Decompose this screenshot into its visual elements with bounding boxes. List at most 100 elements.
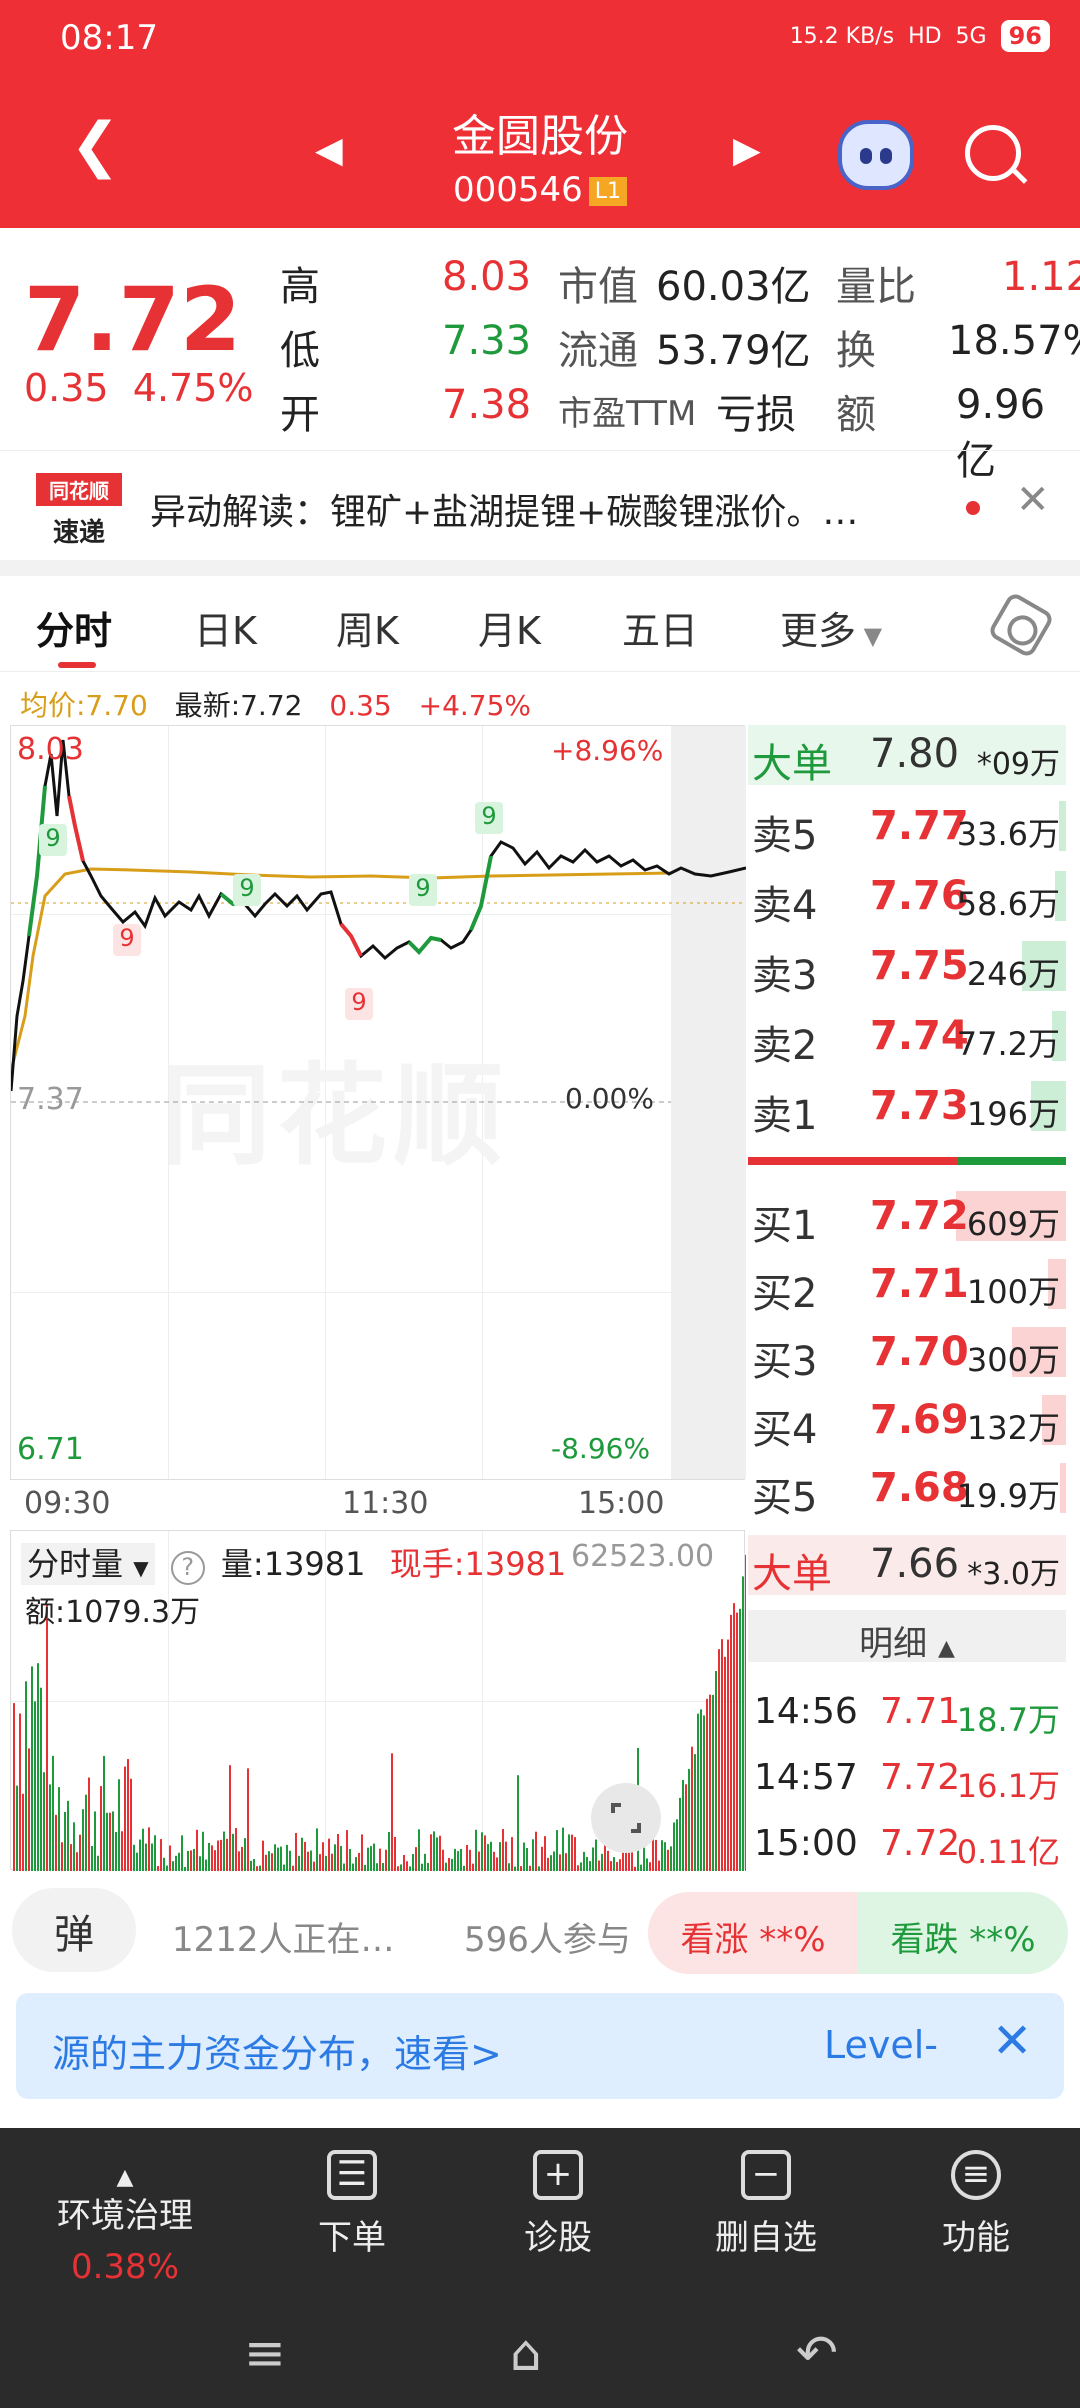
ask-label: 卖5 bbox=[752, 813, 818, 859]
current-hand: 现手:13981 bbox=[389, 1545, 567, 1583]
mktcap-label: 市值 bbox=[558, 264, 638, 310]
big-order-bottom[interactable]: 大单 7.66 *3.0万 bbox=[748, 1535, 1066, 1597]
ask-row[interactable]: 卖3 7.75 246万 bbox=[748, 935, 1066, 999]
pe-label: 市盈TTM bbox=[558, 394, 697, 434]
low-value: 7.33 bbox=[442, 318, 532, 364]
vote-up-button[interactable]: 看涨 **% bbox=[648, 1892, 858, 1974]
nav-diagnose[interactable]: + 诊股 bbox=[478, 2150, 638, 2259]
help-icon[interactable]: ? bbox=[170, 1551, 205, 1585]
fall-segment bbox=[67, 795, 85, 862]
news-text[interactable]: 异动解读：锂矿+盐湖提锂+碳酸锂涨价。… bbox=[150, 483, 970, 535]
net-speed: 15.2 KB/s bbox=[789, 23, 895, 49]
detail-toggle[interactable]: 明细 ▲ bbox=[748, 1610, 1066, 1664]
bid-label: 买2 bbox=[752, 1271, 818, 1317]
settings-icon[interactable] bbox=[986, 590, 1056, 660]
ask-row[interactable]: 卖2 7.74 77.2万 bbox=[748, 1005, 1066, 1069]
tab-timeshare[interactable]: 分时 bbox=[36, 600, 112, 655]
status-bar: 08:17 15.2 KB/s HD 5G 96 bbox=[0, 0, 1080, 80]
bid-row[interactable]: 买1 7.72 609万 bbox=[748, 1185, 1066, 1249]
sector-indicator[interactable]: ▲ 环境治理 0.38% bbox=[40, 2167, 210, 2288]
promo-level: Level- bbox=[824, 2023, 939, 2067]
nav-functions[interactable]: ≡ 功能 bbox=[896, 2150, 1056, 2259]
nav-remove-watchlist[interactable]: − 删自选 bbox=[686, 2150, 846, 2259]
bid-label: 买4 bbox=[752, 1407, 818, 1453]
vote-down-button[interactable]: 看跌 **% bbox=[858, 1892, 1068, 1974]
signal-marker[interactable]: 9 bbox=[409, 874, 437, 906]
big-order-top[interactable]: 大单 7.80 *09万 bbox=[748, 725, 1066, 787]
bid-price: 7.72 bbox=[870, 1193, 969, 1239]
news-bar[interactable]: 同花顺 速递 异动解读：锂矿+盐湖提锂+碳酸锂涨价。… ✕ bbox=[0, 450, 1080, 560]
close-icon[interactable]: ✕ bbox=[1016, 477, 1050, 523]
pe-value: 亏损 bbox=[716, 392, 796, 438]
ask-volume: 33.6万 bbox=[956, 815, 1060, 853]
timeshare-chart[interactable]: 同花顺 8.03 +8.96% 7.37 0.00% 6.71 -8.96% 9… bbox=[10, 725, 746, 1480]
nav-order[interactable]: ☰ 下单 bbox=[272, 2150, 432, 2259]
volume-chart[interactable]: 分时量 ▼ ? 量:13981 现手:13981 额:1079.3万 62523… bbox=[10, 1530, 746, 1871]
signal-marker[interactable]: 9 bbox=[345, 988, 373, 1020]
ask-row[interactable]: 卖1 7.73 196万 bbox=[748, 1075, 1066, 1139]
unread-dot bbox=[966, 501, 980, 515]
signal-marker[interactable]: 9 bbox=[233, 874, 261, 906]
price-change: 0.35 bbox=[24, 366, 109, 410]
ask-row[interactable]: 卖4 7.76 58.6万 bbox=[748, 865, 1066, 929]
participant-count: 596人参与 bbox=[464, 1920, 631, 1960]
ask-row[interactable]: 卖5 7.77 33.6万 bbox=[748, 795, 1066, 859]
promo-banner[interactable]: 源的主力资金分布，速看> Level- ✕ bbox=[16, 1993, 1064, 2099]
bid-volume: 300万 bbox=[966, 1341, 1060, 1379]
recents-icon[interactable]: ≡ bbox=[244, 2324, 286, 2382]
hd-icon: HD bbox=[908, 23, 942, 49]
chart-mid-price: 7.37 bbox=[17, 1082, 84, 1117]
bid-price: 7.71 bbox=[870, 1261, 969, 1307]
tab-monthly-k[interactable]: 月K bbox=[478, 600, 541, 655]
signal-marker[interactable]: 9 bbox=[39, 824, 67, 856]
trade-volume: 16.1万 bbox=[956, 1767, 1060, 1805]
chart-top-pct: +8.96% bbox=[551, 734, 664, 767]
chevron-down-icon: ▼ bbox=[856, 622, 883, 650]
bid-row[interactable]: 买5 7.68 19.9万 bbox=[748, 1457, 1066, 1521]
trade-volume: 18.7万 bbox=[956, 1701, 1060, 1739]
bid-row[interactable]: 买4 7.69 132万 bbox=[748, 1389, 1066, 1453]
bid-volume-bar bbox=[1060, 1463, 1066, 1513]
chart-mid-pct: 0.00% bbox=[565, 1082, 654, 1115]
chart-tabs: 分时 日K 周K 月K 五日 更多 ▼ bbox=[0, 576, 1080, 672]
tab-underline bbox=[58, 662, 96, 668]
trade-row[interactable]: 14:56 7.71 18.7万 bbox=[748, 1685, 1066, 1747]
search-icon[interactable] bbox=[965, 125, 1021, 181]
tab-weekly-k[interactable]: 周K bbox=[336, 600, 399, 655]
bid-price: 7.68 bbox=[870, 1465, 969, 1511]
open-value: 7.38 bbox=[442, 382, 532, 428]
home-icon[interactable]: ⌂ bbox=[510, 2324, 542, 2382]
signal-marker[interactable]: 9 bbox=[475, 802, 503, 834]
promo-text[interactable]: 源的主力资金分布，速看> bbox=[52, 2023, 502, 2078]
diagnose-icon: + bbox=[533, 2150, 583, 2200]
ask-volume: 246万 bbox=[966, 955, 1060, 993]
tab-daily-k[interactable]: 日K bbox=[194, 600, 257, 655]
trade-row[interactable]: 14:57 7.72 16.1万 bbox=[748, 1751, 1066, 1813]
volume-ratio-value: 1.12 bbox=[1002, 254, 1080, 300]
signal-marker[interactable]: 9 bbox=[113, 924, 141, 956]
float-value: 53.79亿 bbox=[656, 328, 811, 374]
close-icon[interactable]: ✕ bbox=[992, 2013, 1032, 2069]
high-value: 8.03 bbox=[442, 254, 532, 300]
trade-row[interactable]: 15:00 7.72 0.11亿 bbox=[748, 1817, 1066, 1879]
bid-row[interactable]: 买3 7.70 300万 bbox=[748, 1321, 1066, 1385]
ai-robot-icon[interactable] bbox=[838, 120, 914, 190]
watching-count: 1212人正在… bbox=[172, 1920, 395, 1960]
bid-price: 7.70 bbox=[870, 1329, 969, 1375]
bid-label: 买5 bbox=[752, 1475, 818, 1521]
stock-name: 金圆股份 bbox=[452, 111, 628, 162]
bid-row[interactable]: 买2 7.71 100万 bbox=[748, 1253, 1066, 1317]
trade-price: 7.72 bbox=[880, 1823, 961, 1864]
volume-mode-select[interactable]: 分时量 ▼ bbox=[21, 1543, 155, 1585]
tab-five-day[interactable]: 五日 bbox=[622, 600, 698, 655]
ask-volume-bar bbox=[1059, 801, 1066, 851]
bid-volume: 19.9万 bbox=[956, 1477, 1060, 1515]
danmu-button[interactable]: 弹 bbox=[12, 1888, 136, 1972]
back-nav-icon[interactable]: ↶ bbox=[796, 2324, 838, 2382]
bid-volume: 100万 bbox=[966, 1273, 1060, 1311]
trade-price: 7.72 bbox=[880, 1757, 961, 1798]
trade-time: 14:57 bbox=[754, 1757, 858, 1798]
tab-more[interactable]: 更多 ▼ bbox=[780, 600, 882, 655]
signal-icon: 5G bbox=[955, 23, 987, 49]
expand-icon[interactable] bbox=[591, 1783, 661, 1853]
